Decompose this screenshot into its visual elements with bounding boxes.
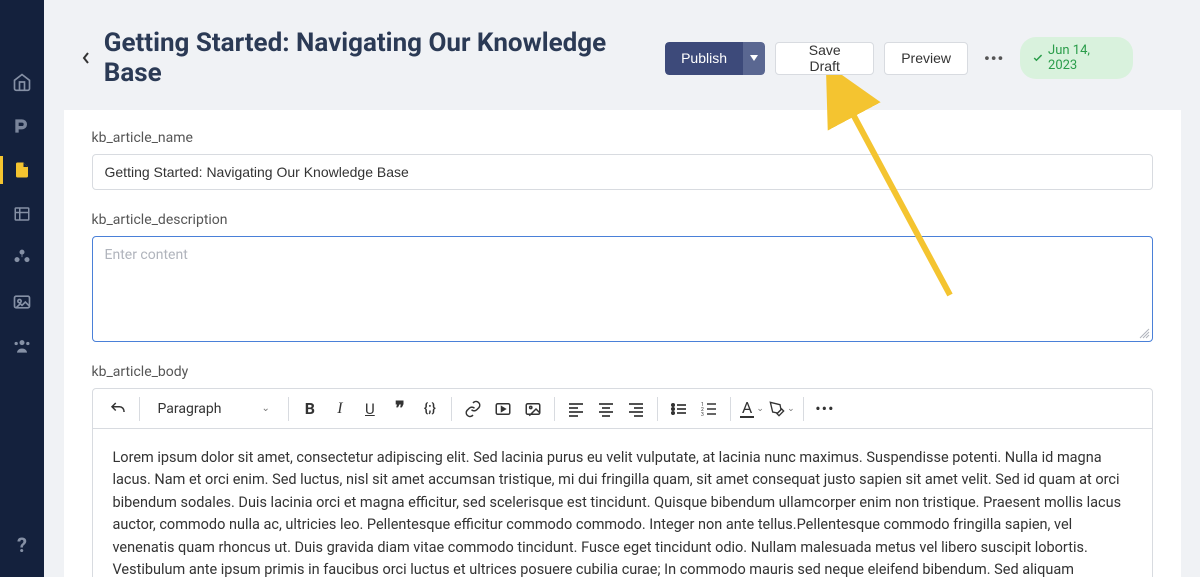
field-body: kb_article_body Paragraph ⌄ B I: [92, 364, 1153, 577]
bullet-list-button[interactable]: [664, 394, 694, 424]
date-label: Jun 14, 2023: [1048, 43, 1121, 73]
numbered-list-button[interactable]: 123: [694, 394, 724, 424]
sidebar-item-help[interactable]: ?: [0, 523, 44, 567]
align-right-button[interactable]: [621, 394, 651, 424]
sidebar-item-home[interactable]: [0, 60, 44, 104]
publish-caret-button[interactable]: [743, 42, 765, 75]
chevron-down-icon: ⌄: [261, 403, 269, 414]
font-color-button[interactable]: A ⌄: [737, 394, 767, 424]
sidebar-item-media[interactable]: [0, 280, 44, 324]
back-button[interactable]: [72, 44, 100, 72]
sidebar-item-blog[interactable]: [0, 104, 44, 148]
separator: [657, 397, 658, 421]
sidebar-item-users[interactable]: [0, 324, 44, 368]
bold-button[interactable]: B: [295, 394, 325, 424]
undo-button[interactable]: [103, 394, 133, 424]
highlight-button[interactable]: ⌄: [767, 394, 797, 424]
underline-button[interactable]: U: [355, 394, 385, 424]
align-left-button[interactable]: [561, 394, 591, 424]
status-date-badge: Jun 14, 2023: [1020, 37, 1133, 79]
separator: [554, 397, 555, 421]
sidebar-item-data[interactable]: [0, 192, 44, 236]
article-body-input[interactable]: Lorem ipsum dolor sit amet, consectetur …: [93, 429, 1152, 577]
quote-button[interactable]: ❞: [385, 394, 415, 424]
field-article-name: kb_article_name: [92, 130, 1153, 190]
svg-text:3: 3: [701, 412, 704, 417]
more-tools-button[interactable]: •••: [810, 394, 840, 424]
align-center-button[interactable]: [591, 394, 621, 424]
separator: [803, 397, 804, 421]
more-actions-button[interactable]: •••: [978, 42, 1010, 75]
left-sidebar: ?: [0, 0, 44, 577]
field-label-body: kb_article_body: [92, 364, 1153, 380]
separator: [139, 397, 140, 421]
format-label: Paragraph: [158, 401, 222, 417]
separator: [288, 397, 289, 421]
sidebar-item-plugins[interactable]: [0, 236, 44, 280]
resize-handle-icon[interactable]: [1138, 327, 1150, 339]
rich-text-editor: Paragraph ⌄ B I U ❞ {;}: [92, 388, 1153, 577]
page-header: Getting Started: Navigating Our Knowledg…: [44, 0, 1161, 110]
video-button[interactable]: [488, 394, 518, 424]
separator: [451, 397, 452, 421]
publish-button-group: Publish: [665, 42, 765, 75]
field-description: kb_article_description: [92, 212, 1153, 342]
page-title: Getting Started: Navigating Our Knowledg…: [104, 28, 665, 88]
field-label-name: kb_article_name: [92, 130, 1153, 146]
description-input[interactable]: [105, 247, 1140, 327]
header-actions: Publish Save Draft Preview ••• Jun 14, 2…: [665, 37, 1133, 79]
main-content: Getting Started: Navigating Our Knowledg…: [44, 0, 1200, 577]
italic-button[interactable]: I: [325, 394, 355, 424]
field-label-description: kb_article_description: [92, 212, 1153, 228]
description-wrap: [92, 236, 1153, 342]
rte-toolbar: Paragraph ⌄ B I U ❞ {;}: [93, 389, 1152, 429]
preview-button[interactable]: Preview: [884, 42, 968, 75]
image-button[interactable]: [518, 394, 548, 424]
link-button[interactable]: [458, 394, 488, 424]
save-draft-button[interactable]: Save Draft: [775, 42, 874, 75]
format-dropdown[interactable]: Paragraph ⌄: [146, 394, 282, 424]
form-area: kb_article_name kb_article_description k…: [64, 110, 1181, 577]
sidebar-item-pages[interactable]: [0, 148, 44, 192]
publish-button[interactable]: Publish: [665, 42, 743, 75]
separator: [730, 397, 731, 421]
article-name-input[interactable]: [92, 154, 1153, 190]
code-button[interactable]: {;}: [415, 394, 445, 424]
